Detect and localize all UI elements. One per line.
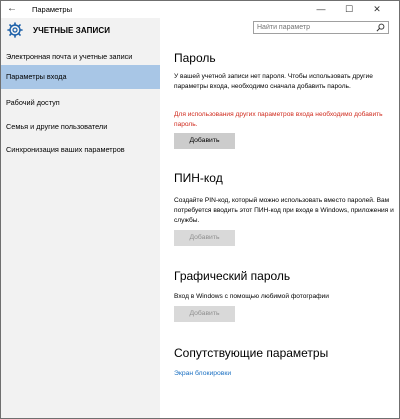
sidebar-item-work-access[interactable]: Рабочий доступ	[1, 91, 160, 115]
password-description: У вашей учетной записи нет пароля. Чтобы…	[174, 73, 373, 90]
back-arrow-icon[interactable]: ←	[5, 2, 19, 16]
related-settings-heading: Сопутствующие параметры	[174, 346, 329, 360]
password-heading: Пароль	[174, 51, 216, 65]
add-password-button[interactable]: Добавить	[174, 133, 235, 149]
picture-password-description: Вход в Windows с помощью любимой фотогра…	[174, 293, 329, 300]
sidebar-item-sync-settings[interactable]: Синхронизация ваших параметров	[1, 138, 160, 162]
lock-screen-link[interactable]: Экран блокировки	[174, 370, 231, 377]
title-bar: ← Параметры — ☐ ✕	[1, 1, 399, 18]
pin-heading: ПИН-код	[174, 171, 223, 185]
password-warning: Для использования других параметров вход…	[174, 111, 383, 128]
sidebar-header: УЧЕТНЫЕ ЗАПИСИ	[1, 18, 160, 42]
gear-icon	[7, 22, 23, 38]
maximize-button[interactable]: ☐	[335, 1, 363, 18]
pin-description: Создайте PIN-код, который можно использо…	[174, 197, 394, 224]
add-pin-button[interactable]: Добавить	[174, 230, 235, 246]
add-picture-password-button[interactable]: Добавить	[174, 306, 235, 322]
sidebar-title: УЧЕТНЫЕ ЗАПИСИ	[33, 26, 111, 35]
main-content: Пароль У вашей учетной записи нет пароля…	[160, 18, 399, 418]
sidebar-item-family-users[interactable]: Семья и другие пользователи	[1, 115, 160, 139]
picture-password-heading: Графический пароль	[174, 269, 291, 283]
sidebar-item-sign-in-options[interactable]: Параметры входа	[1, 65, 160, 89]
sidebar: УЧЕТНЫЕ ЗАПИСИ Электронная почта и учетн…	[1, 18, 160, 418]
close-button[interactable]: ✕	[363, 1, 391, 18]
settings-window: ← Параметры — ☐ ✕ УЧЕТНЫЕ ЗАПИСИ Электро…	[0, 0, 400, 419]
window-title: Параметры	[32, 5, 72, 14]
minimize-button[interactable]: —	[307, 1, 335, 18]
